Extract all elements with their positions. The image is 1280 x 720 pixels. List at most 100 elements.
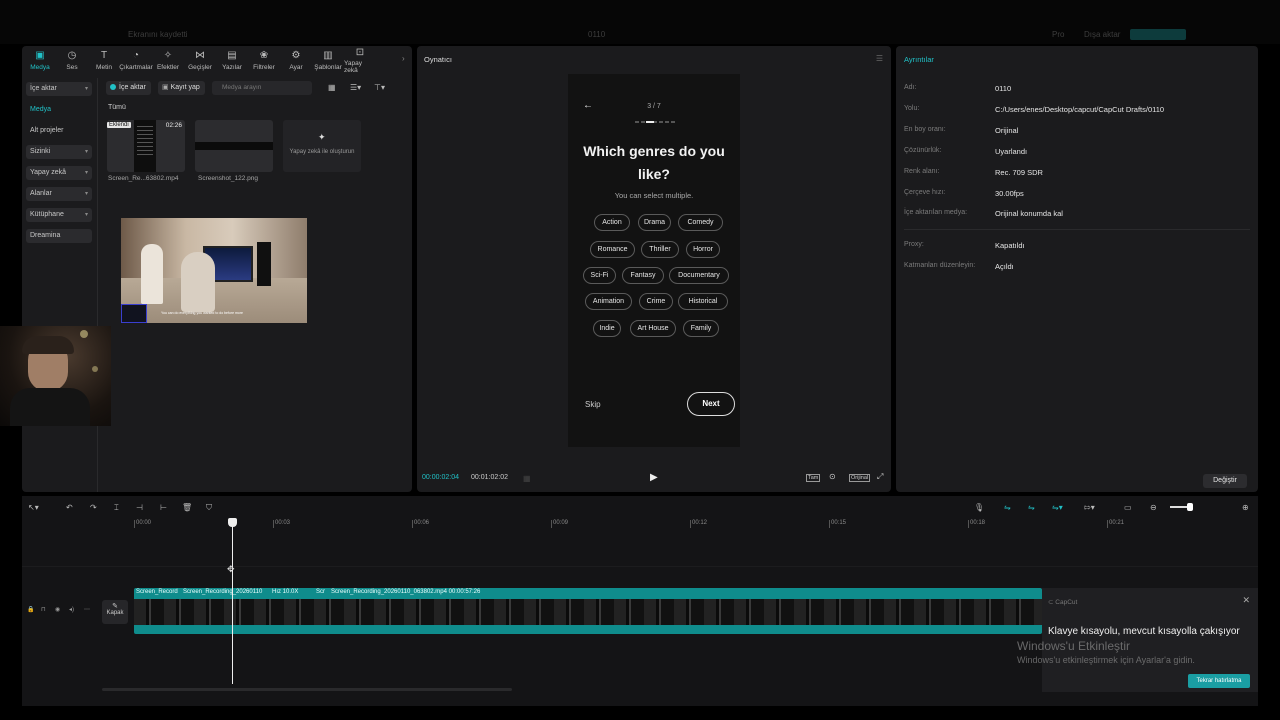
clip-label[interactable]: Screen_Recording_20260110_063802.mp4 00:… (331, 589, 480, 595)
media-search-input[interactable]: Medya arayın (212, 81, 312, 95)
menu-icon[interactable]: ☰ (876, 54, 883, 63)
split-icon[interactable]: ⌶ (114, 503, 119, 513)
sidebar-item-library[interactable]: Kütüphane ▾ (26, 208, 92, 222)
toolbar-filters-button[interactable]: ❀ Filtreler (248, 46, 280, 74)
magnet-icon[interactable]: ⇋ (1028, 503, 1035, 512)
play-button[interactable]: ▶ (650, 472, 658, 483)
zoom-fit-icon[interactable]: ⊕ (1242, 503, 1249, 512)
trim-left-icon[interactable]: ⊣ (136, 503, 143, 512)
genre-chip[interactable]: Romance (590, 241, 635, 258)
detail-value[interactable]: Kapatıldı (995, 241, 1025, 250)
clip-label[interactable]: Scr (316, 589, 325, 595)
toolbar-adjust-button[interactable]: ⚙ Ayar (280, 46, 312, 74)
toolbar-sticker-button[interactable]: ◔ Çıkartmalar (119, 46, 153, 74)
toolbar-audio-button[interactable]: ◷ Ses (56, 46, 88, 74)
detail-value[interactable]: Açıldı (995, 262, 1014, 271)
clip-label[interactable]: Screen_Record (136, 589, 178, 595)
detail-value[interactable]: Orijinal (995, 126, 1018, 135)
trim-right-icon[interactable]: ⊢ (160, 503, 167, 512)
change-button[interactable]: Değiştir (1203, 474, 1247, 488)
share-button[interactable]: Dışa aktar (1084, 30, 1120, 39)
timecode-icon[interactable]: ▦ (523, 474, 531, 483)
clip-label[interactable]: Hız 10.0X (272, 589, 298, 595)
visibility-icon[interactable]: ◉ (55, 606, 60, 613)
close-icon[interactable]: ✕ (1242, 595, 1250, 606)
shield-icon[interactable]: ⛉ (206, 503, 212, 513)
genre-chip[interactable]: Family (683, 320, 719, 337)
toolbar-ai-button[interactable]: ⊡ Yapay zekâ (344, 46, 376, 75)
detail-value[interactable]: Orijinal konumda kal (995, 209, 1063, 218)
genre-chip[interactable]: Indie (593, 320, 621, 337)
filter-icon[interactable]: ⊤▾ (374, 83, 385, 92)
pro-badge[interactable]: Pro (1052, 30, 1064, 39)
export-button[interactable] (1130, 29, 1186, 40)
link-main-track-icon[interactable]: ⇋ (1004, 503, 1011, 512)
more-icon[interactable]: ⋯ (84, 606, 90, 613)
playhead[interactable] (232, 524, 233, 684)
sparkle-icon: ✦ (318, 132, 326, 142)
ratio-button[interactable]: Orijinal (849, 474, 871, 482)
link-icon[interactable]: ⇋▾ (1052, 503, 1063, 512)
genre-chip[interactable]: Horror (686, 241, 720, 258)
sidebar-item-import[interactable]: İçe aktar ▾ (26, 82, 92, 96)
genre-chip[interactable]: Thriller (641, 241, 679, 258)
genre-chip[interactable]: Art House (630, 320, 676, 337)
sidebar-item-dreamina[interactable]: Dreamina (26, 229, 92, 243)
grid-view-icon[interactable]: ▦ (328, 83, 336, 92)
remind-again-button[interactable]: Tekrar hatırlatma (1188, 674, 1250, 688)
full-quality-button[interactable]: Tam (806, 474, 821, 482)
record-button[interactable]: ▣ Kayıt yap (158, 81, 205, 95)
sidebar-item-media[interactable]: Medya (26, 103, 92, 117)
toolbar-scroll-right-icon[interactable]: › (402, 54, 405, 63)
genre-chip[interactable]: Drama (638, 214, 671, 231)
caption-icon[interactable]: ▭ (1124, 503, 1132, 512)
snapshot-icon[interactable]: ⊙ (829, 472, 836, 481)
zoom-slider-knob[interactable] (1187, 503, 1193, 511)
genre-chip[interactable]: Historical (678, 293, 728, 310)
ai-create-card[interactable]: ✦ Yapay zekâ ile oluşturun (283, 120, 361, 172)
undo-icon[interactable]: ↶ (66, 503, 73, 512)
ruler-tick-label: 00:09 (553, 520, 569, 526)
cover-button[interactable]: ✎ Kapak (102, 600, 128, 624)
sidebar-item-yours[interactable]: Sizinki ▾ (26, 145, 92, 159)
delete-icon[interactable]: 🗑 (182, 503, 192, 512)
lock-icon[interactable]: 🔒 (27, 606, 34, 613)
genre-chip[interactable]: Comedy (678, 214, 723, 231)
genre-chip[interactable]: Documentary (669, 267, 729, 284)
toolbar-text-button[interactable]: T Metin (88, 46, 120, 74)
sidebar-item-spaces[interactable]: Alanlar ▾ (26, 187, 92, 201)
toolbar-templates-button[interactable]: ▥ Şablonlar (312, 46, 344, 74)
redo-icon[interactable]: ↷ (90, 503, 97, 512)
sidebar-item-subprojects[interactable]: Alt projeler (26, 124, 92, 138)
toolbar-captions-button[interactable]: ▤ Yazılar (216, 46, 248, 74)
toolbar-media-button[interactable]: ▣ Medya (24, 46, 56, 74)
genre-chip[interactable]: Crime (639, 293, 673, 310)
toolbar-transitions-button[interactable]: ⋈ Geçişler (184, 46, 216, 74)
media-item-image[interactable] (195, 120, 273, 172)
clip-label[interactable]: Screen_Recording_20260110 (183, 589, 262, 595)
filter-all-label[interactable]: Tümü (108, 104, 126, 111)
detail-label: En boy oranı: (904, 126, 946, 133)
detail-value[interactable]: Uyarlandı (995, 147, 1027, 156)
next-button[interactable]: Next (687, 392, 735, 416)
lock-track-icon[interactable]: ⊓ (41, 606, 46, 613)
genre-chip[interactable]: Action (594, 214, 630, 231)
media-item-video[interactable]: Eklendi 02:26 (107, 120, 185, 172)
zoom-out-icon[interactable]: ⊖ (1150, 503, 1157, 512)
fullscreen-icon[interactable]: ⤢ (877, 472, 883, 482)
audio-icon[interactable]: ◂) (69, 606, 74, 613)
sidebar-item-ai[interactable]: Yapay zekâ ▾ (26, 166, 92, 180)
playhead-handle[interactable] (228, 518, 237, 527)
added-badge: Eklendi (107, 122, 131, 128)
genre-chip[interactable]: Sci-Fi (583, 267, 616, 284)
import-button[interactable]: İçe aktar (106, 81, 151, 95)
timeline-scrollbar[interactable] (102, 688, 512, 691)
genre-chip[interactable]: Fantasy (622, 267, 664, 284)
sort-icon[interactable]: ☰▾ (350, 83, 361, 92)
select-tool-icon[interactable]: ↖▾ (28, 503, 39, 512)
microphone-icon[interactable]: 🎙 (974, 503, 984, 512)
skip-button[interactable]: Skip (585, 400, 601, 409)
preview-axis-icon[interactable]: ⇰▾ (1084, 503, 1095, 512)
toolbar-effects-button[interactable]: ✧ Efektler (152, 46, 184, 74)
genre-chip[interactable]: Animation (585, 293, 632, 310)
